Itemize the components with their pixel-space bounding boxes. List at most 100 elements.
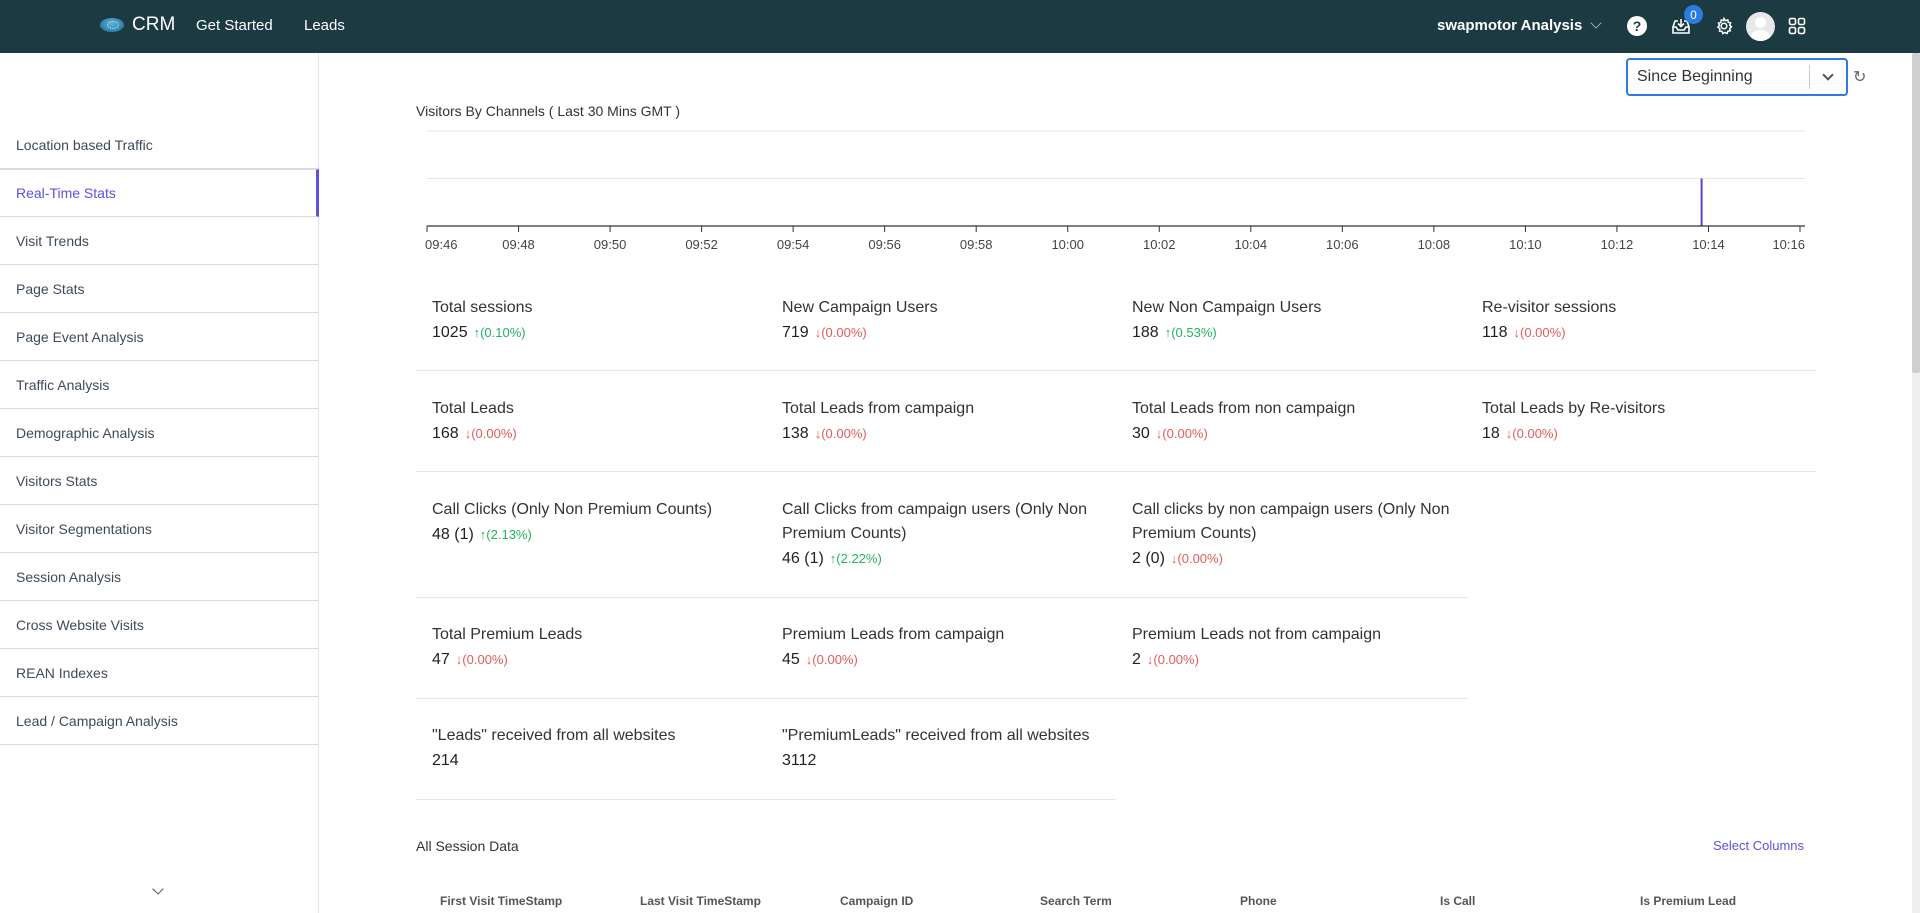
stat-value: 48 (1) <box>432 526 474 543</box>
table-column-header[interactable]: Is Call <box>1440 894 1475 908</box>
notification-badge: 0 <box>1684 5 1703 24</box>
stat-label: Call clicks by non campaign users (Only … <box>1132 501 1450 542</box>
stat-label: Total Leads from non campaign <box>1132 400 1356 417</box>
stat-value: 168 <box>432 425 459 442</box>
avatar[interactable] <box>1746 12 1775 41</box>
page-scrollbar[interactable] <box>1912 53 1920 913</box>
stat-value: 118 <box>1482 324 1508 341</box>
date-range-value: Since Beginning <box>1637 68 1753 85</box>
sidebar-item-lead-campaign-analysis[interactable]: Lead / Campaign Analysis <box>0 697 319 745</box>
table-column-header[interactable]: Is Premium Lead <box>1640 894 1736 908</box>
chart-x-tick-label: 10:02 <box>1143 237 1176 252</box>
apps-grid-icon[interactable] <box>1786 15 1808 37</box>
stat-label: Total Leads by Re-visitors <box>1482 400 1666 417</box>
stat-change-down: ↓(0.00%) <box>1505 426 1558 441</box>
stat-value: 47 <box>432 651 450 668</box>
chart-x-tick-label: 10:12 <box>1601 237 1634 252</box>
chart-x-tick-label: 09:46 <box>425 237 458 252</box>
stat-card: "PremiumLeads" received from all website… <box>782 724 1102 770</box>
stat-label: New Campaign Users <box>782 299 938 316</box>
stat-change-down: ↓(0.00%) <box>1155 426 1208 441</box>
chart-x-tick-label: 10:04 <box>1235 237 1268 252</box>
table-column-header[interactable]: Last Visit TimeStamp <box>640 894 761 908</box>
sidebar-item-visit-trends[interactable]: Visit Trends <box>0 217 319 265</box>
stat-card: New Campaign Users 719 ↓(0.00%) <box>782 296 1102 342</box>
sidebar-item-session-analysis[interactable]: Session Analysis <box>0 553 319 601</box>
chart-x-tick-label: 09:52 <box>685 237 718 252</box>
stat-change-up: ↑(2.22%) <box>829 551 882 566</box>
stat-value: 719 <box>782 324 809 341</box>
nav-get-started[interactable]: Get Started <box>196 17 273 34</box>
stat-card: Total Leads from campaign 138 ↓(0.00%) <box>782 397 1102 443</box>
stat-card: Call Clicks from campaign users (Only No… <box>782 498 1112 568</box>
sidebar-item-cross-website-visits[interactable]: Cross Website Visits <box>0 601 319 649</box>
stat-value: 2 <box>1132 651 1141 668</box>
stat-value: 18 <box>1482 425 1500 442</box>
stat-card: Total Leads 168 ↓(0.00%) <box>432 397 752 443</box>
stat-label: "Leads" received from all websites <box>432 727 676 744</box>
sidebar-expand-chevron-icon[interactable] <box>152 883 164 895</box>
stat-change-down: ↓(0.00%) <box>805 652 858 667</box>
stat-card: "Leads" received from all websites 214 <box>432 724 752 770</box>
row-divider <box>416 370 1816 371</box>
chevron-down-icon <box>1590 17 1602 29</box>
table-column-header[interactable]: Campaign ID <box>840 894 913 908</box>
session-table-title: All Session Data <box>416 838 519 854</box>
sidebar: Location based Traffic Real-Time Stats V… <box>0 53 319 913</box>
chart-x-tick-label: 10:08 <box>1418 237 1451 252</box>
table-column-header[interactable]: First Visit TimeStamp <box>440 894 562 908</box>
stat-label: Re-visitor sessions <box>1482 299 1617 316</box>
row-divider <box>416 597 1468 598</box>
row-divider <box>416 799 1116 800</box>
refresh-icon[interactable]: ↻ <box>1853 67 1866 87</box>
stat-change-up: ↑(2.13%) <box>479 527 532 542</box>
row-divider <box>416 471 1816 472</box>
stat-value: 45 <box>782 651 800 668</box>
help-icon[interactable]: ? <box>1627 16 1647 36</box>
select-columns-link[interactable]: Select Columns <box>1713 838 1804 853</box>
sidebar-item-traffic-analysis[interactable]: Traffic Analysis <box>0 361 319 409</box>
account-switcher[interactable]: swapmotor Analysis <box>1437 17 1602 34</box>
sidebar-item-page-stats[interactable]: Page Stats <box>0 265 319 313</box>
gear-icon[interactable] <box>1713 15 1735 37</box>
top-navbar: CRM Get Started Leads swapmotor Analysis… <box>0 0 1920 53</box>
brand[interactable]: CRM <box>100 14 175 36</box>
chart-x-tick-label: 09:56 <box>868 237 901 252</box>
stat-label: Call Clicks from campaign users (Only No… <box>782 501 1087 542</box>
nav-leads[interactable]: Leads <box>304 17 345 34</box>
stat-value: 30 <box>1132 425 1150 442</box>
stat-value: 3112 <box>782 752 817 769</box>
sidebar-item-rean-indexes[interactable]: REAN Indexes <box>0 649 319 697</box>
stat-label: Premium Leads from campaign <box>782 626 1005 643</box>
sidebar-item-location-based-traffic[interactable]: Location based Traffic <box>0 121 319 169</box>
stat-card: Total Leads from non campaign 30 ↓(0.00%) <box>1132 397 1452 443</box>
stat-label: "PremiumLeads" received from all website… <box>782 727 1090 744</box>
stat-change-up: ↑(0.10%) <box>473 325 526 340</box>
stat-card: Total Premium Leads 47 ↓(0.00%) <box>432 623 752 669</box>
stat-label: Total Premium Leads <box>432 626 583 643</box>
sidebar-item-visitor-segmentations[interactable]: Visitor Segmentations <box>0 505 319 553</box>
stat-change-down: ↓(0.00%) <box>1170 551 1223 566</box>
table-column-header[interactable]: Search Term <box>1040 894 1112 908</box>
date-range-select[interactable]: Since Beginning <box>1626 58 1848 96</box>
stat-change-down: ↓(0.00%) <box>1146 652 1199 667</box>
stat-change-down: ↓(0.00%) <box>464 426 517 441</box>
account-name: swapmotor Analysis <box>1437 17 1583 34</box>
stat-card: New Non Campaign Users 188 ↑(0.53%) <box>1132 296 1452 342</box>
stat-card: Call Clicks (Only Non Premium Counts) 48 … <box>432 498 762 544</box>
stat-label: Premium Leads not from campaign <box>1132 626 1381 643</box>
sidebar-item-page-event-analysis[interactable]: Page Event Analysis <box>0 313 319 361</box>
sidebar-item-real-time-stats[interactable]: Real-Time Stats <box>0 169 319 217</box>
sidebar-item-demographic-analysis[interactable]: Demographic Analysis <box>0 409 319 457</box>
stat-card: Premium Leads not from campaign 2 ↓(0.00%) <box>1132 623 1452 669</box>
stat-label: Total sessions <box>432 299 533 316</box>
scrollbar-thumb[interactable] <box>1912 53 1920 373</box>
brand-logo-icon <box>100 18 124 32</box>
sidebar-item-visitors-stats[interactable]: Visitors Stats <box>0 457 319 505</box>
stat-card: Total sessions 1025 ↑(0.10%) <box>432 296 752 342</box>
stat-value: 138 <box>782 425 809 442</box>
chart-x-tick-label: 09:50 <box>594 237 627 252</box>
chart-x-tick-label: 09:58 <box>960 237 993 252</box>
stat-change-down: ↓(0.00%) <box>814 426 867 441</box>
table-column-header[interactable]: Phone <box>1240 894 1277 908</box>
